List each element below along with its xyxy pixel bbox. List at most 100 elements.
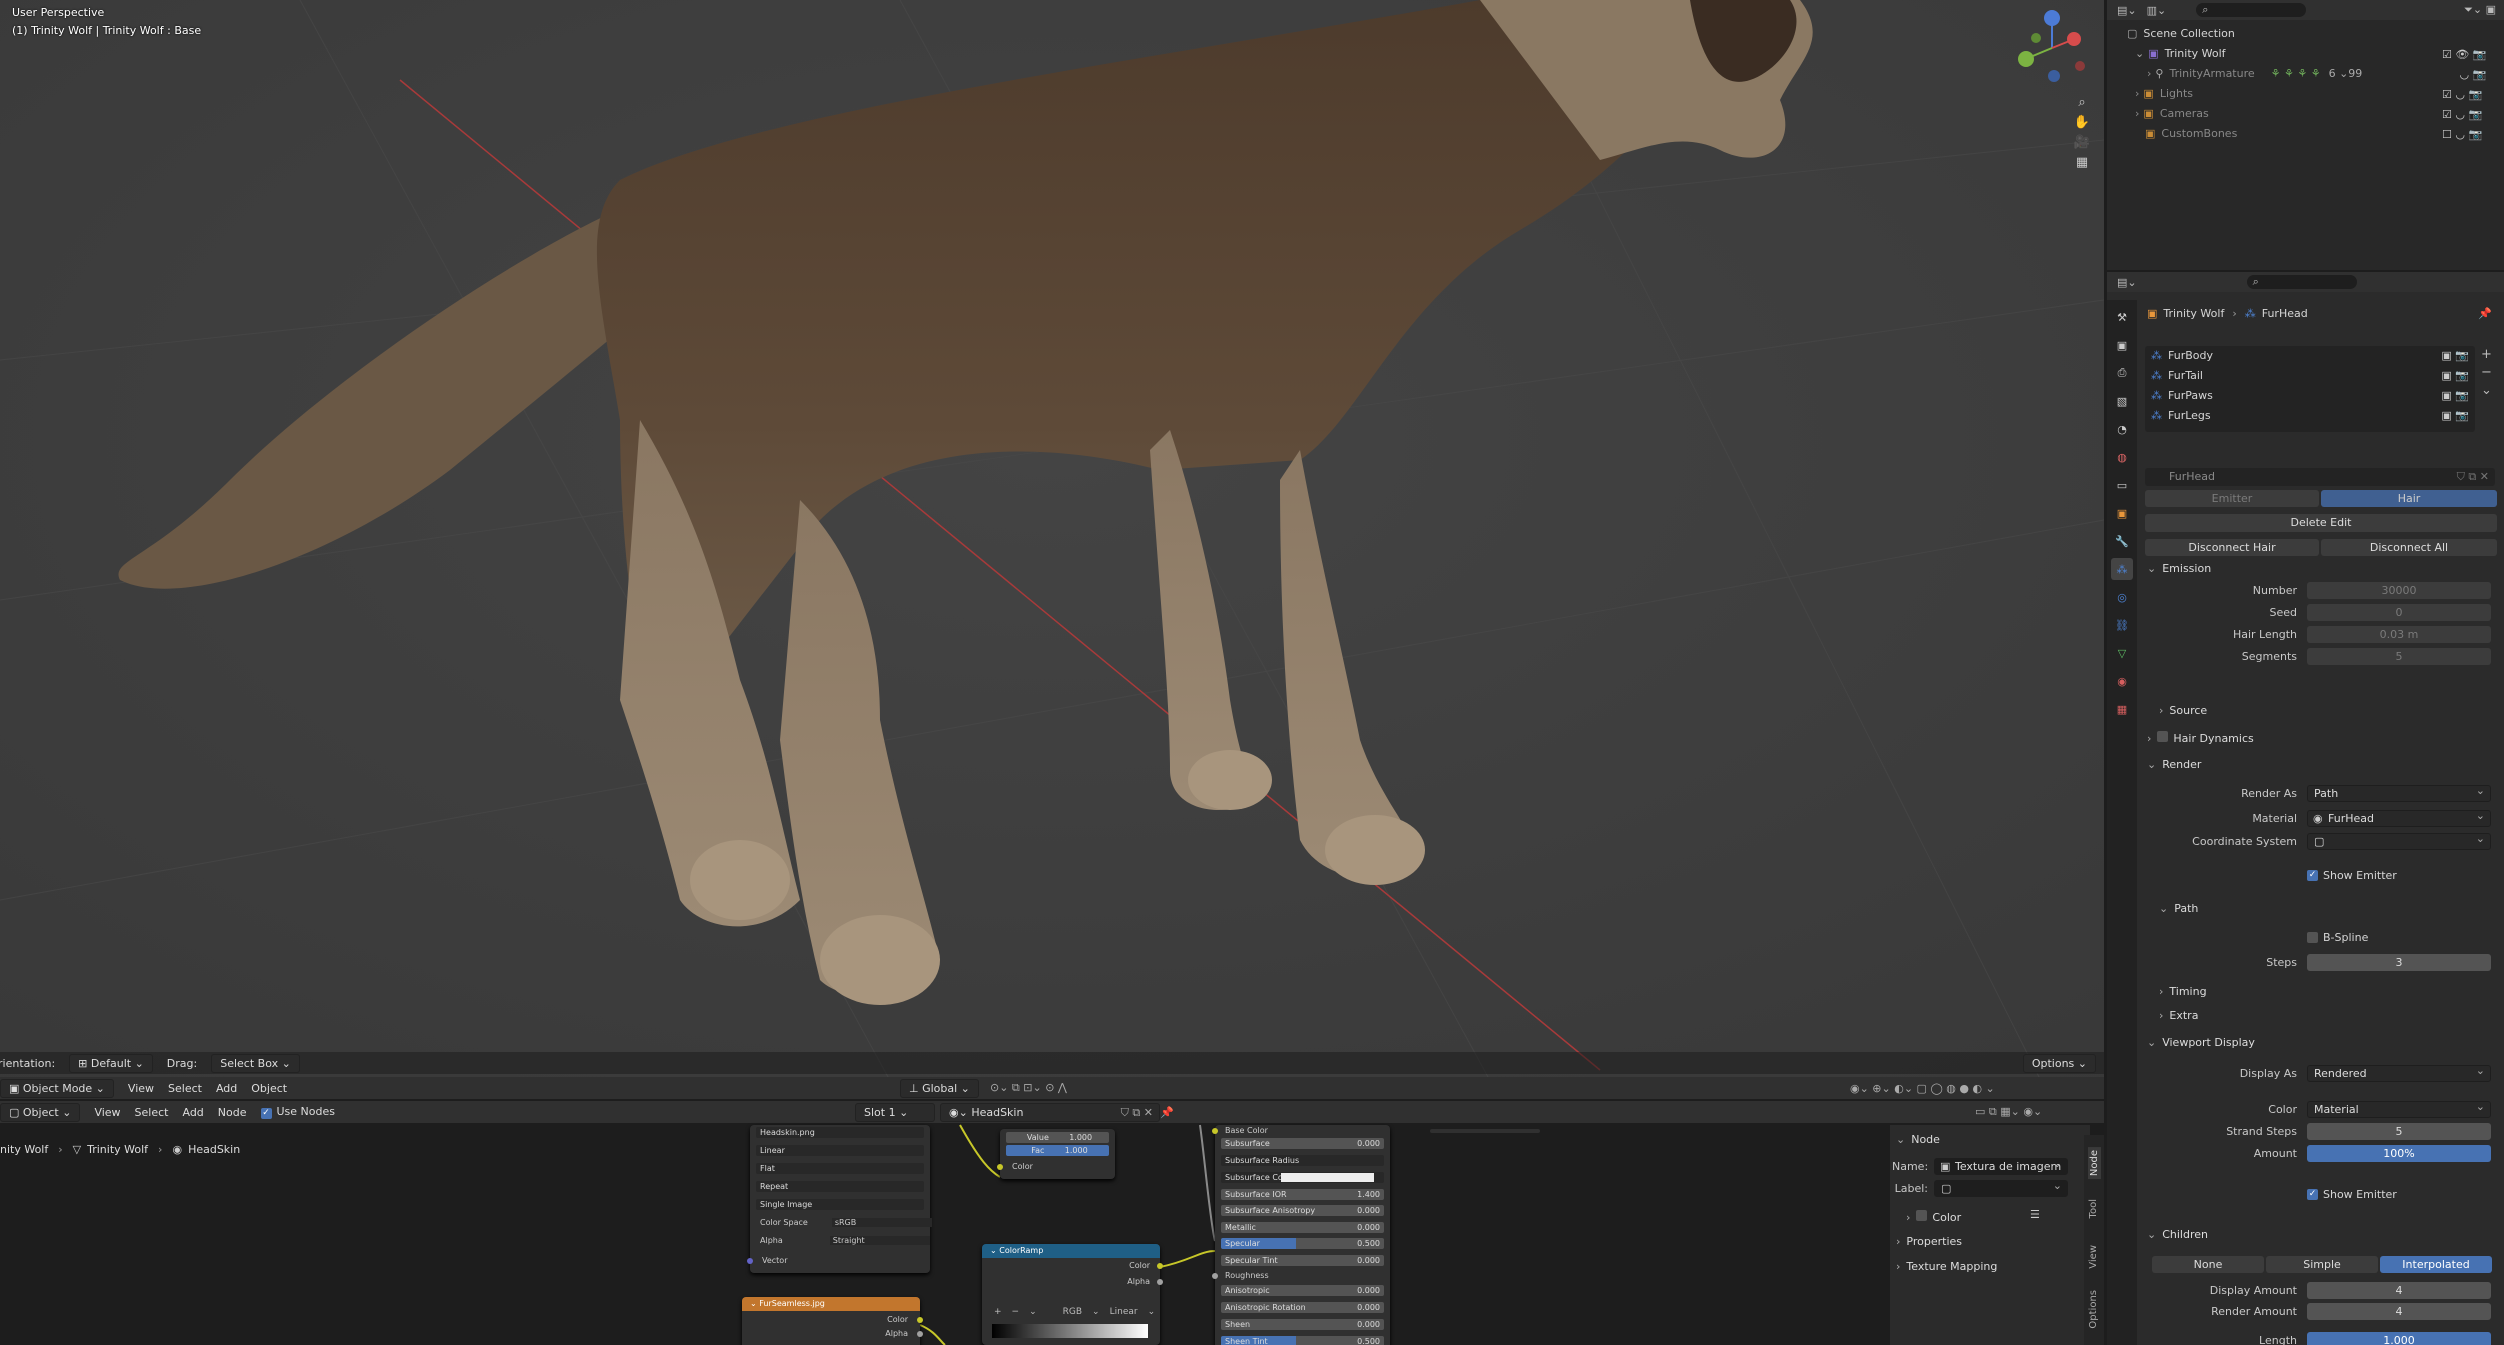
view-layer-tab-icon[interactable]: ▧ bbox=[2111, 390, 2133, 412]
outliner-item-trinityarmature[interactable]: › ⚲ TrinityArmature ⚘ ⚘ ⚘ ⚘ 6 ⌄99 bbox=[2147, 67, 2362, 80]
properties-subpanel[interactable]: › Properties bbox=[1896, 1235, 1962, 1248]
node-section-header[interactable]: ⌄ Node bbox=[1896, 1133, 1940, 1146]
data-tab-icon[interactable]: ▽ bbox=[2111, 642, 2133, 664]
color-mode-dropdown[interactable]: RGB bbox=[1063, 1307, 1082, 1317]
show-emitter-checkbox[interactable]: ✓ bbox=[2307, 1189, 2318, 1200]
sheen-tint-field[interactable]: Sheen Tint 0.500 bbox=[1221, 1336, 1384, 1345]
color-space-row[interactable]: Color Space sRGB bbox=[760, 1218, 932, 1227]
3d-viewport[interactable]: User Perspective (1) Trinity Wolf | Trin… bbox=[0, 0, 2104, 1099]
render-tab-icon[interactable]: ▣ bbox=[2111, 334, 2133, 356]
outliner-item-cameras[interactable]: › ▣ Cameras bbox=[2135, 107, 2209, 120]
outliner-item-custombones[interactable]: ▣ CustomBones bbox=[2145, 127, 2237, 140]
menu-select[interactable]: Select bbox=[168, 1082, 202, 1095]
show-emitter-render-row[interactable]: ✓ Show Emitter bbox=[2307, 869, 2397, 882]
children-simple-tab[interactable]: Simple bbox=[2266, 1256, 2378, 1273]
color-output-socket[interactable] bbox=[1157, 1263, 1163, 1269]
hair-tab[interactable]: Hair bbox=[2321, 490, 2497, 507]
show-emitter-viewport-row[interactable]: ✓ Show Emitter bbox=[2307, 1188, 2397, 1201]
alpha-output-socket[interactable] bbox=[1157, 1279, 1163, 1285]
outliner-search-input[interactable]: ⌕ bbox=[2196, 3, 2307, 17]
editor-type-icon[interactable]: ▤⌄ bbox=[2117, 276, 2137, 289]
emission-panel-header[interactable]: ⌄ Emission bbox=[2147, 562, 2211, 575]
transform-orientation-dropdown[interactable]: ⊥ Global ⌄ bbox=[900, 1078, 979, 1098]
alpha-output-socket[interactable] bbox=[917, 1331, 923, 1337]
render-amount-field[interactable]: 4 bbox=[2307, 1303, 2491, 1320]
menu-object[interactable]: Object bbox=[251, 1082, 287, 1095]
physics-tab-icon[interactable]: ◎ bbox=[2111, 586, 2133, 608]
pivot-snap-icons[interactable]: ⊙⌄ ⧉ ⊡⌄ ⊙ ⋀ bbox=[990, 1081, 1067, 1095]
expand-arrow-icon[interactable]: › bbox=[2135, 107, 2139, 120]
amount-slider[interactable]: 100% bbox=[2307, 1145, 2491, 1162]
modifier-tab-icon[interactable]: 🔧 bbox=[2111, 530, 2133, 552]
pin-icon[interactable]: 📌 bbox=[2478, 307, 2492, 320]
output-tab-icon[interactable]: ⎙ bbox=[2111, 362, 2133, 384]
ramp-controls[interactable]: + − ⌄ RGB ⌄ Linear ⌄ bbox=[994, 1307, 1155, 1317]
interpolation-dropdown[interactable]: Linear bbox=[756, 1145, 924, 1156]
editor-type-icon[interactable]: ▤⌄ bbox=[2117, 4, 2137, 17]
segments-field[interactable]: 5 bbox=[2307, 648, 2491, 665]
color-socket[interactable] bbox=[997, 1164, 1003, 1170]
base-color-socket[interactable] bbox=[1212, 1128, 1218, 1134]
render-as-dropdown[interactable]: Path bbox=[2307, 783, 2491, 802]
colorramp-node[interactable]: ⌄ ColorRamp Color Alpha + − ⌄ RGB ⌄ Linear ⌄ bbox=[982, 1244, 1163, 1345]
object-tab-icon[interactable]: ▣ bbox=[2111, 502, 2133, 524]
properties-search-input[interactable]: ⌕ bbox=[2246, 275, 2357, 289]
image-file-field[interactable]: Headskin.png bbox=[756, 1127, 924, 1138]
coordinate-system-field[interactable]: ▢ bbox=[2307, 831, 2491, 850]
constraints-tab-icon[interactable]: ⛓ bbox=[2111, 614, 2133, 636]
visibility-toggles[interactable]: ☑ 👁 📷 ◡ 📷 ☑ ◡ 📷 ☑ ◡ 📷 ☐ ◡ 📷 bbox=[2442, 45, 2487, 145]
hair-length-field[interactable]: 0.03 m bbox=[2307, 626, 2491, 643]
options-dropdown[interactable]: Options ⌄ bbox=[2022, 1053, 2096, 1073]
collection-tab-icon[interactable]: ▭ bbox=[2111, 474, 2133, 496]
metallic-field[interactable]: Metallic 0.000 bbox=[1221, 1222, 1384, 1233]
outliner-item-trinity-wolf[interactable]: ⌄ ▣ Trinity Wolf bbox=[2135, 47, 2226, 60]
texture-tab-icon[interactable]: ▦ bbox=[2111, 698, 2133, 720]
visibility-toggles[interactable]: ▣ 📷 bbox=[2441, 349, 2469, 362]
principled-bsdf-node[interactable]: Base Color Subsurface 0.000 Subsurface Ra… bbox=[1212, 1125, 1390, 1345]
viewport-display-panel-header[interactable]: ⌄ Viewport Display bbox=[2147, 1036, 2255, 1049]
vector-socket[interactable] bbox=[747, 1258, 753, 1264]
hair-dynamics-checkbox[interactable] bbox=[2157, 731, 2169, 742]
color-subpanel[interactable]: › Color bbox=[1906, 1210, 1961, 1224]
drag-dropdown[interactable]: Select Box ⌄ bbox=[211, 1053, 300, 1073]
subsurface-field[interactable]: Subsurface 0.000 bbox=[1221, 1138, 1384, 1149]
colorramp-header[interactable]: ⌄ ColorRamp bbox=[982, 1244, 1160, 1258]
bspline-row[interactable]: B-Spline bbox=[2307, 931, 2368, 944]
color-swatch[interactable] bbox=[1281, 1173, 1374, 1182]
navigation-gizmo[interactable] bbox=[2010, 8, 2094, 88]
value-field[interactable]: Value 1.000 bbox=[1006, 1132, 1109, 1143]
remove-stop-icon[interactable]: − bbox=[1012, 1307, 1020, 1317]
particle-system-item[interactable]: ⁂ FurTail ▣ 📷 bbox=[2151, 369, 2469, 382]
grid-view-icon[interactable]: ▦ bbox=[2072, 152, 2092, 172]
visibility-toggles[interactable]: ▣ 📷 bbox=[2441, 369, 2469, 382]
particle-system-item[interactable]: ⁂ FurBody ▣ 📷 bbox=[2151, 349, 2469, 362]
interpolation-dropdown[interactable]: Linear bbox=[1110, 1307, 1138, 1317]
seed-field[interactable]: 0 bbox=[2307, 604, 2491, 621]
add-stop-icon[interactable]: + bbox=[994, 1307, 1002, 1317]
length-slider[interactable]: 1.000 bbox=[2307, 1332, 2491, 1345]
render-panel-header[interactable]: ⌄ Render bbox=[2147, 758, 2201, 771]
menu-view[interactable]: View bbox=[128, 1082, 154, 1095]
image-texture-node[interactable]: Headskin.png Linear Flat Repeat Single I… bbox=[747, 1125, 932, 1273]
subsurface-ior-field[interactable]: Subsurface IOR 1.400 bbox=[1221, 1189, 1384, 1200]
properties-editor[interactable]: ▤⌄ ⌕ ⚒ ▣ ⎙ ▧ ◔ ◍ ▭ ▣ 🔧 ⁂ ◎ ⛓ ▽ ◉ ▦ ▣ Tri… bbox=[2107, 272, 2504, 1345]
display-mode-icon[interactable]: ▥⌄ bbox=[2147, 4, 2167, 17]
world-tab-icon[interactable]: ◍ bbox=[2111, 446, 2133, 468]
color-space-value[interactable]: sRGB bbox=[831, 1218, 932, 1227]
disconnect-all-button[interactable]: Disconnect All bbox=[2321, 539, 2497, 556]
specular-field[interactable]: Specular 0.500 bbox=[1221, 1238, 1384, 1249]
roughness-socket[interactable] bbox=[1212, 1273, 1218, 1279]
visibility-toggles[interactable]: ▣ 📷 bbox=[2441, 409, 2469, 422]
tool-tab[interactable]: Tool bbox=[2088, 1199, 2099, 1218]
hair-dynamics-panel[interactable]: › Hair Dynamics bbox=[2147, 731, 2254, 745]
list-icon[interactable]: ☰ bbox=[2030, 1208, 2040, 1221]
particle-system-item[interactable]: ⁂ FurPaws ▣ 📷 bbox=[2151, 389, 2469, 402]
expand-arrow-icon[interactable]: › bbox=[2135, 87, 2139, 100]
node-label-field[interactable]: ▢ bbox=[1934, 1178, 2068, 1197]
fac-field[interactable]: Fac 1.000 bbox=[1006, 1145, 1109, 1156]
scene-collection-row[interactable]: ▢ Scene Collection bbox=[2127, 27, 2235, 40]
furseamless-texture-node[interactable]: ⌄ FurSeamless.jpg Color Alpha bbox=[742, 1297, 923, 1345]
particle-systems-list[interactable]: ⁂ FurBody ▣ 📷 ⁂ FurTail ▣ 📷 ⁂ FurPaws ▣ 📷 ⁂ Fur… bbox=[2145, 346, 2475, 432]
subsurface-color-field[interactable]: Subsurface Col... bbox=[1221, 1172, 1384, 1183]
material-tab-icon[interactable]: ◉ bbox=[2111, 670, 2133, 692]
